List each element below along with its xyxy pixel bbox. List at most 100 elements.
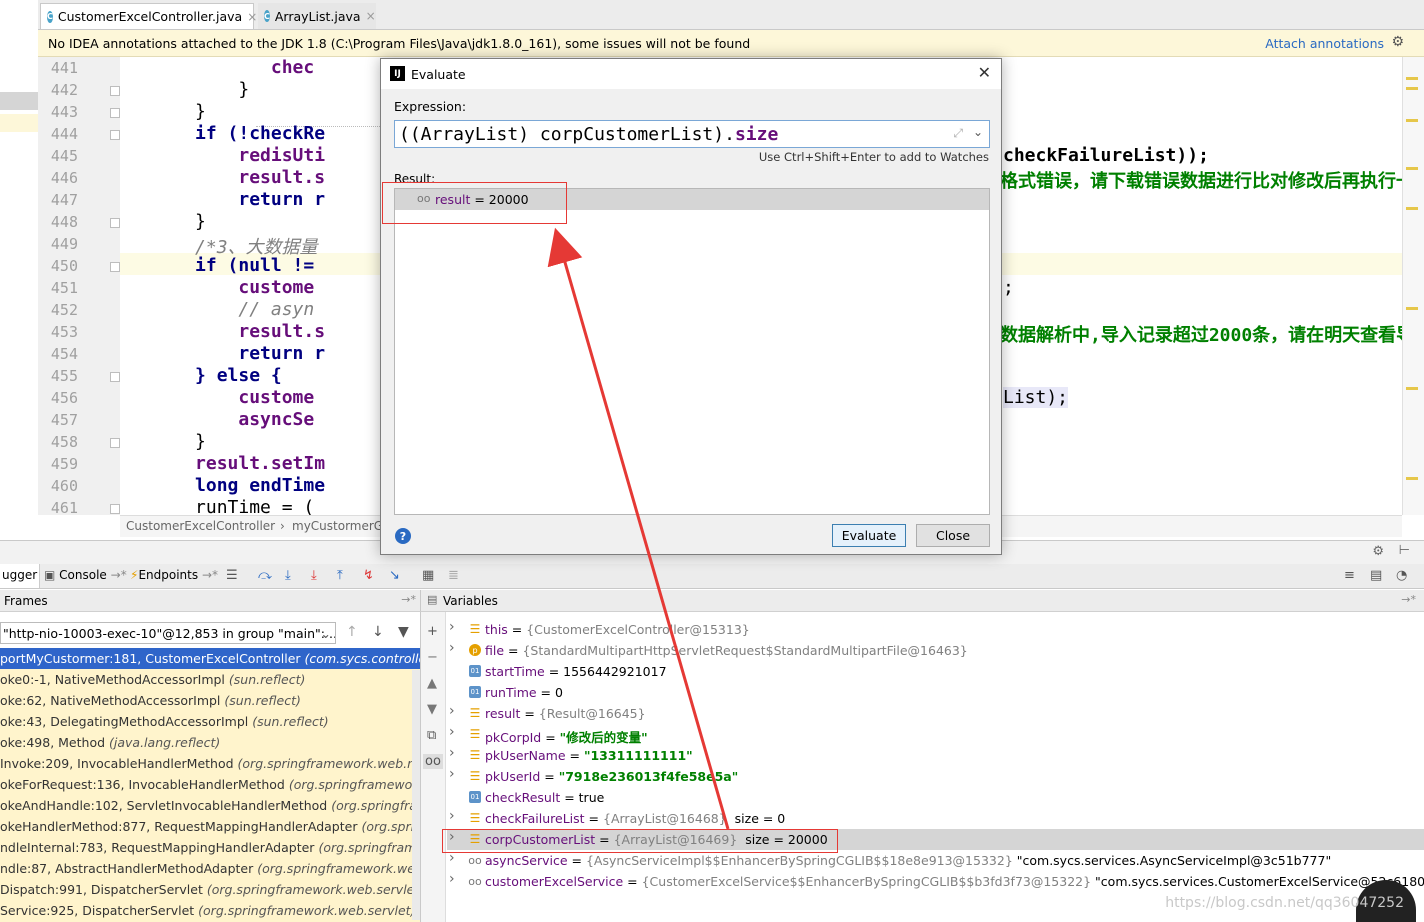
expand-arrow-icon[interactable]: › <box>449 640 455 656</box>
expand-arrow-icon[interactable]: › <box>449 703 455 719</box>
fold-marker-icon[interactable] <box>110 218 120 228</box>
stack-frame-row[interactable]: oke:62, NativeMethodAccessorImpl (sun.re… <box>0 690 420 711</box>
breadcrumb-method[interactable]: myCustormerG <box>292 519 383 533</box>
trace-icon[interactable]: ≣ <box>448 568 459 583</box>
step-out-icon[interactable]: ⤒ <box>337 568 343 583</box>
stack-frame-row[interactable]: Service:925, DispatcherServlet (org.spri… <box>0 900 420 921</box>
line-number[interactable]: 461 <box>42 499 78 517</box>
fold-marker-icon[interactable] <box>110 504 120 514</box>
menu-icon[interactable]: ☰ <box>226 568 238 583</box>
gear-icon[interactable]: ⚙ <box>1391 34 1404 50</box>
fold-marker-icon[interactable] <box>110 438 120 448</box>
variable-row[interactable]: › oo asyncService = {AsyncServiceImpl$$Enh… <box>447 850 1424 871</box>
warning-mark[interactable] <box>1406 77 1418 80</box>
gear-icon[interactable]: ⚙ <box>1372 544 1384 559</box>
evaluate-button[interactable]: Evaluate <box>832 524 906 547</box>
line-number[interactable]: 454 <box>42 345 78 363</box>
variable-row[interactable]: › ☰ pkUserName = "13311111111" <box>447 745 1424 766</box>
stack-frame-row[interactable]: okeAndHandle:102, ServletInvocableHandle… <box>0 795 420 816</box>
fold-marker-icon[interactable] <box>110 262 120 272</box>
line-number[interactable]: 441 <box>42 59 78 77</box>
fold-marker-icon[interactable] <box>110 372 120 382</box>
expand-arrow-icon[interactable]: › <box>449 724 455 740</box>
expression-input[interactable]: ((ArrayList) corpCustomerList).size ⤢ ⌄ <box>394 120 990 148</box>
variable-row[interactable]: › ☰ checkFailureList = {ArrayList@16468} s… <box>447 808 1424 829</box>
line-number[interactable]: 459 <box>42 455 78 473</box>
thread-dropdown[interactable]: "http-nio-10003-exec-10"@12,853 in group… <box>0 622 336 644</box>
variable-row[interactable]: › ☰ pkUserId = "7918e236013f4fe58e5a" <box>447 766 1424 787</box>
stack-frame-row[interactable]: oke:498, Method (java.lang.reflect) <box>0 732 420 753</box>
stack-frame-row[interactable]: ndleInternal:783, RequestMappingHandlerA… <box>0 837 420 858</box>
minus-icon[interactable]: − <box>427 650 438 665</box>
warning-mark[interactable] <box>1406 477 1418 480</box>
fold-marker-icon[interactable] <box>110 130 120 140</box>
stack-frame-row[interactable]: Dispatch:991, DispatcherServlet (org.spr… <box>0 879 420 900</box>
line-number[interactable]: 444 <box>42 125 78 143</box>
expand-arrow-icon[interactable]: › <box>449 619 455 635</box>
filter-icon[interactable]: ▼ <box>398 624 409 640</box>
line-number[interactable]: 443 <box>42 103 78 121</box>
tab-customer-excel-controller[interactable]: C CustomerExcelController.java × <box>40 3 257 29</box>
down-icon[interactable]: ▼ <box>427 702 437 717</box>
step-over-icon[interactable]: ⤼ <box>258 568 272 583</box>
variable-row[interactable]: › ☰ result = {Result@16645} <box>447 703 1424 724</box>
warning-mark[interactable] <box>1406 119 1418 122</box>
variable-row[interactable]: › oo customerExcelService = {CustomerExcel… <box>447 871 1424 892</box>
stack-frame-row[interactable]: oke0:-1, NativeMethodAccessorImpl (sun.r… <box>0 669 420 690</box>
warning-mark[interactable] <box>1406 207 1418 210</box>
stack-frame-row[interactable]: okeForRequest:136, InvocableHandlerMetho… <box>0 774 420 795</box>
expand-arrow-icon[interactable]: › <box>449 766 455 782</box>
history-dropdown-icon[interactable]: ⌄ <box>973 125 983 139</box>
line-number[interactable]: 457 <box>42 411 78 429</box>
line-number[interactable]: 445 <box>42 147 78 165</box>
layout-icon[interactable]: ≡ <box>1344 568 1355 583</box>
line-number[interactable]: 456 <box>42 389 78 407</box>
tab-endpoints[interactable]: ⚡Endpoints →* <box>130 568 218 582</box>
up-icon[interactable]: ▲ <box>427 676 437 691</box>
stack-frame-row[interactable]: oke:43, DelegatingMethodAccessorImpl (su… <box>0 711 420 732</box>
close-button[interactable]: Close <box>916 524 990 547</box>
fold-marker-icon[interactable] <box>110 108 120 118</box>
expand-arrow-icon[interactable]: › <box>449 871 455 887</box>
line-number[interactable]: 447 <box>42 191 78 209</box>
stack-frame-row[interactable]: okeHandlerMethod:877, RequestMappingHand… <box>0 816 420 837</box>
frames-scrollbar[interactable] <box>412 670 420 920</box>
tab-console[interactable]: ▣ Console →* <box>44 568 127 582</box>
pin-icon[interactable]: →* <box>401 593 416 606</box>
down-arrow-icon[interactable]: ↓ <box>372 624 384 640</box>
close-icon[interactable]: × <box>247 10 257 24</box>
variable-row[interactable]: › p file = {StandardMultipartHttpServletRe… <box>447 640 1424 661</box>
line-number[interactable]: 453 <box>42 323 78 341</box>
variable-row[interactable]: › ☰ this = {CustomerExcelController@15313} <box>447 619 1424 640</box>
line-number[interactable]: 442 <box>42 81 78 99</box>
tab-debugger[interactable]: ugger <box>0 564 41 588</box>
breadcrumb-class[interactable]: CustomerExcelController <box>126 519 275 533</box>
stack-frame-row[interactable]: portMyCustormer:181, CustomerExcelContro… <box>0 648 420 669</box>
line-number[interactable]: 449 <box>42 235 78 253</box>
warning-mark[interactable] <box>1406 387 1418 390</box>
stack-frame-row[interactable]: ndle:87, AbstractHandlerMethodAdapter (o… <box>0 858 420 879</box>
warning-mark[interactable] <box>1406 167 1418 170</box>
close-icon[interactable]: ✕ <box>978 63 991 82</box>
line-number[interactable]: 451 <box>42 279 78 297</box>
stack-frame-row[interactable]: Invoke:209, InvocableHandlerMethod (org.… <box>0 753 420 774</box>
error-stripe[interactable] <box>1402 57 1424 515</box>
expand-icon[interactable]: ⤢ <box>953 126 963 141</box>
watches-icon[interactable]: oo <box>423 754 443 769</box>
line-number[interactable]: 450 <box>42 257 78 275</box>
variable-row[interactable]: 01 startTime = 1556442921017 <box>447 661 1424 682</box>
line-number[interactable]: 455 <box>42 367 78 385</box>
copy-icon[interactable]: ⧉ <box>427 728 436 743</box>
drop-frame-icon[interactable]: ↯ <box>363 568 374 583</box>
pin-icon[interactable]: →* <box>1401 593 1416 606</box>
memory-icon[interactable]: ◔ <box>1396 568 1407 583</box>
close-icon[interactable]: × <box>366 9 376 23</box>
hide-icon[interactable]: ⊢ <box>1399 543 1410 558</box>
warning-mark[interactable] <box>1406 87 1418 90</box>
run-to-cursor-icon[interactable]: ↘ <box>389 568 400 583</box>
line-number[interactable]: 460 <box>42 477 78 495</box>
line-number[interactable]: 446 <box>42 169 78 187</box>
variable-row[interactable]: › ☰ pkCorpId = "修改后的变量" <box>447 724 1424 745</box>
help-icon[interactable]: ? <box>395 528 411 544</box>
attach-annotations-link[interactable]: Attach annotations <box>1265 36 1384 51</box>
